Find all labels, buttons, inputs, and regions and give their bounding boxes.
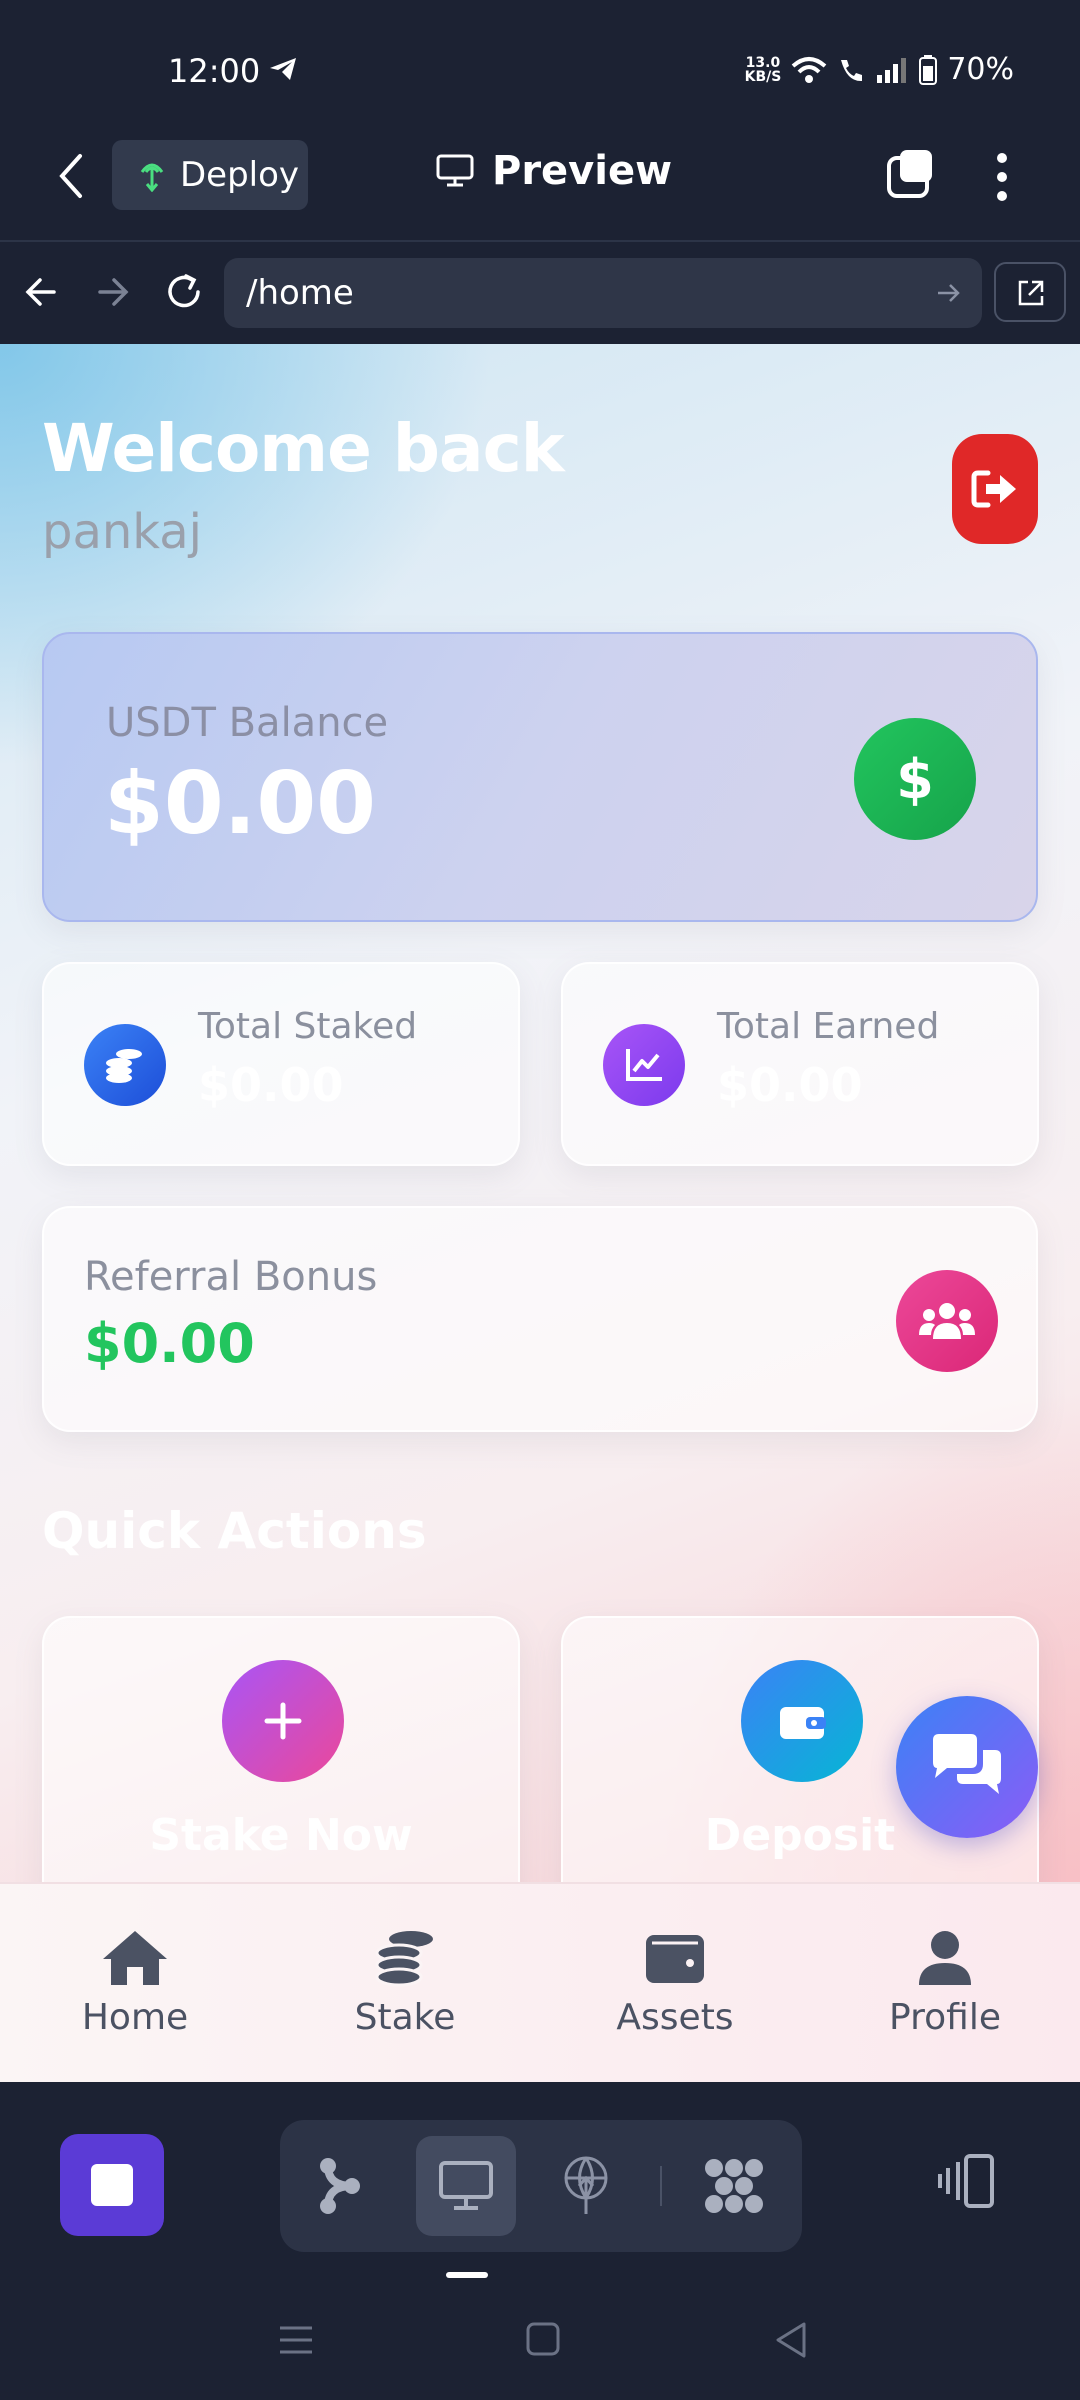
referral-card: Referral Bonus $0.00 (42, 1206, 1038, 1432)
preview-label: Preview (492, 148, 673, 194)
preview-title: Preview (436, 148, 672, 194)
stop-icon (91, 2164, 133, 2206)
nav-forward-icon[interactable] (96, 276, 130, 308)
deploy-icon (564, 2156, 608, 2214)
nav-home[interactable]: Home (15, 1929, 255, 2038)
logout-icon (971, 470, 1016, 508)
nav-assets-label: Assets (616, 1996, 734, 2038)
status-time: 12:00 (168, 52, 261, 90)
toolbar-group (280, 2120, 802, 2252)
agent-icon (320, 2158, 360, 2214)
preview-tab-button[interactable] (416, 2136, 516, 2236)
wifi-icon (791, 56, 827, 83)
total-staked-card: Total Staked $0.00 (42, 962, 520, 1166)
deploy-icon (140, 163, 164, 192)
welcome-heading: Welcome back (42, 410, 565, 487)
balance-value: $0.00 (104, 754, 377, 854)
call-icon (841, 59, 863, 81)
back-nav-icon[interactable] (774, 2322, 808, 2358)
total-earned-label: Total Earned (717, 1006, 940, 1047)
stake-now-card[interactable]: Stake Now (42, 1616, 520, 1882)
nav-profile-label: Profile (889, 1996, 1001, 2038)
total-staked-value: $0.00 (198, 1058, 344, 1112)
deploy-label: Deploy (180, 155, 300, 195)
bottom-nav: Home Stake Assets Profile (0, 1882, 1080, 2082)
url-bar: /home (0, 242, 1080, 344)
more-vert-icon[interactable] (994, 152, 1010, 202)
monitor-icon (439, 2161, 493, 2210)
battery-level: 70% (947, 52, 1014, 87)
url-input[interactable]: /home (224, 258, 982, 328)
users-icon (896, 1270, 998, 1372)
system-nav (0, 2278, 1080, 2400)
stake-now-label: Stake Now (149, 1810, 413, 1861)
nav-stake-label: Stake (354, 1996, 456, 2038)
apps-button[interactable] (684, 2136, 784, 2236)
telegram-icon (270, 58, 296, 80)
home-nav-icon[interactable] (526, 2322, 560, 2356)
user-icon (919, 1930, 971, 1985)
agent-button[interactable] (290, 2136, 390, 2236)
deploy-tab-button[interactable] (536, 2136, 636, 2236)
app-header: Deploy Preview (0, 130, 1080, 242)
layout-toggle-icon[interactable] (936, 2154, 998, 2208)
net-speed: 13.0 KB/S (744, 54, 782, 85)
dollar-icon: $ (854, 718, 976, 840)
username: pankaj (42, 504, 203, 560)
balance-label: USDT Balance (106, 700, 389, 746)
nav-back-icon[interactable] (24, 276, 58, 308)
status-bar: 12:00 13.0 KB/S 70% (0, 0, 1080, 130)
wallet-icon (646, 1934, 704, 1983)
home-icon (103, 1930, 167, 1985)
quick-actions-title: Quick Actions (42, 1502, 427, 1560)
nav-home-label: Home (81, 1996, 189, 2038)
back-icon[interactable] (56, 152, 86, 200)
coins-icon (84, 1024, 166, 1106)
reload-icon[interactable] (164, 272, 204, 312)
chat-button[interactable] (896, 1696, 1038, 1838)
monitor-icon (436, 154, 474, 187)
logout-button[interactable] (952, 434, 1038, 544)
external-link-icon (1018, 280, 1044, 306)
nav-profile[interactable]: Profile (825, 1929, 1065, 2038)
balance-card: USDT Balance $0.00 $ (42, 632, 1038, 922)
editor-toolbar (0, 2082, 1080, 2278)
total-earned-value: $0.00 (717, 1058, 863, 1112)
signal-icon (877, 57, 907, 83)
plus-icon (222, 1660, 344, 1782)
coins-icon (375, 1930, 433, 1986)
chart-line-icon (603, 1024, 685, 1106)
nav-stake[interactable]: Stake (285, 1929, 525, 2038)
referral-value: $0.00 (84, 1312, 255, 1375)
deploy-button[interactable]: Deploy (112, 140, 308, 210)
go-arrow-icon[interactable] (936, 282, 962, 304)
web-content: Welcome back pankaj USDT Balance $0.00 $… (0, 344, 1080, 1882)
nav-assets[interactable]: Assets (555, 1929, 795, 2038)
open-external-button[interactable] (994, 262, 1066, 322)
referral-label: Referral Bonus (84, 1254, 378, 1300)
chat-icon (933, 1734, 1001, 1794)
url-text: /home (246, 273, 354, 313)
total-staked-label: Total Staked (198, 1006, 418, 1047)
wallet-icon (741, 1660, 863, 1782)
status-right: 13.0 KB/S 70% (745, 52, 1014, 87)
apps-grid-icon (705, 2159, 763, 2213)
battery-icon (919, 54, 938, 85)
recents-icon[interactable] (278, 2324, 314, 2356)
total-earned-card: Total Earned $0.00 (561, 962, 1039, 1166)
toolbar-divider (660, 2166, 662, 2206)
stop-button[interactable] (60, 2134, 164, 2236)
tabs-icon[interactable] (886, 148, 936, 200)
